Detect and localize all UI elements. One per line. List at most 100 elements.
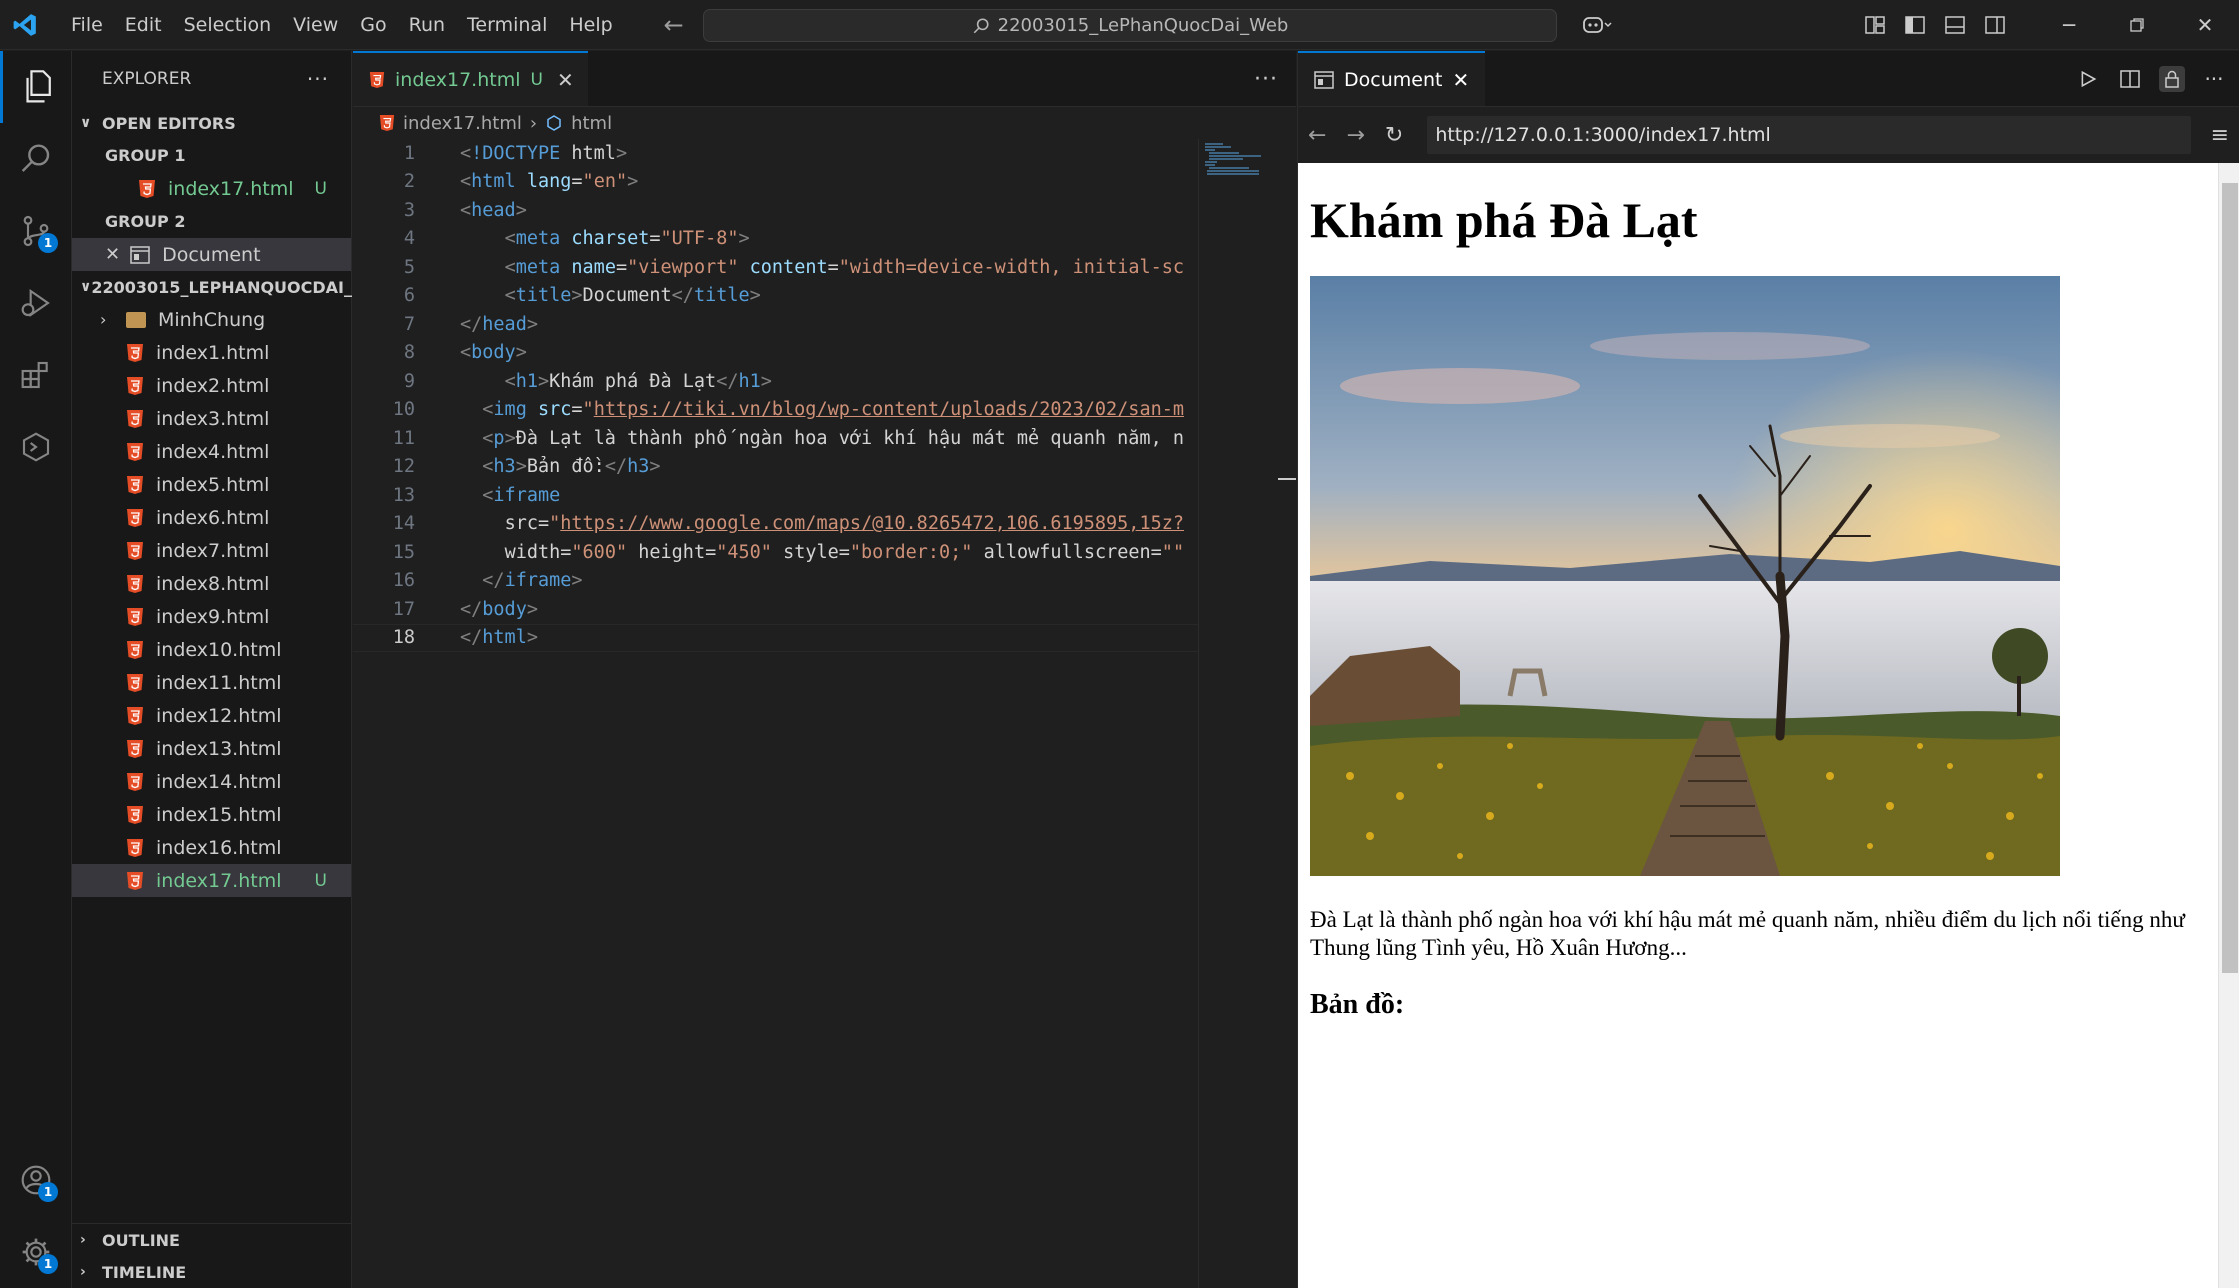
hexagon-icon xyxy=(22,432,50,462)
file-item[interactable]: index9.html xyxy=(72,600,351,633)
code-line[interactable]: 8 <body> xyxy=(353,339,1198,368)
code-line[interactable]: 3 <head> xyxy=(353,196,1198,225)
code-line[interactable]: 12 <h3>Bản đồ:</h3> xyxy=(353,453,1198,482)
file-item[interactable]: index11.html xyxy=(72,666,351,699)
code-line[interactable]: 7 </head> xyxy=(353,310,1198,339)
code-line[interactable]: 13 <iframe xyxy=(353,481,1198,510)
source-control-activity[interactable]: 1 xyxy=(0,195,72,267)
toggle-panel-icon[interactable] xyxy=(1935,0,1975,50)
code-line[interactable]: 5 <meta name="viewport" content="width=d… xyxy=(353,253,1198,282)
breadcrumb-file[interactable]: index17.html xyxy=(403,113,522,134)
file-item[interactable]: index15.html xyxy=(72,798,351,831)
timeline-section[interactable]: › TIMELINE xyxy=(72,1256,352,1288)
outline-section[interactable]: › OUTLINE xyxy=(72,1224,352,1256)
tab-index17[interactable]: index17.html U ✕ xyxy=(353,51,588,106)
url-input[interactable]: http://127.0.0.1:3000/index17.html xyxy=(1427,116,2191,154)
open-editors-section[interactable]: ∨ OPEN EDITORS xyxy=(72,107,351,139)
menu-bar: File Edit Selection View Go Run Terminal… xyxy=(60,0,624,50)
code-line[interactable]: 17 </body> xyxy=(353,595,1198,624)
file-item[interactable]: index6.html xyxy=(72,501,351,534)
breadcrumb-node[interactable]: html xyxy=(571,113,612,134)
back-arrow-icon[interactable]: ← xyxy=(664,11,684,39)
menu-edit[interactable]: Edit xyxy=(114,0,173,50)
code-line[interactable]: 6 <title>Document</title> xyxy=(353,282,1198,311)
file-item-index17[interactable]: index17.html U xyxy=(72,864,351,897)
file-item[interactable]: index16.html xyxy=(72,831,351,864)
split-editor-icon[interactable] xyxy=(2117,66,2143,92)
code-line[interactable]: 11 <p>Đà Lạt là thành phố ngàn hoa với k… xyxy=(353,424,1198,453)
menu-view[interactable]: View xyxy=(282,0,349,50)
code-line[interactable]: 1 <!DOCTYPE html> xyxy=(353,139,1198,168)
page-scrollbar[interactable] xyxy=(2218,163,2239,1288)
lock-icon[interactable] xyxy=(2159,66,2185,92)
file-item[interactable]: index4.html xyxy=(72,435,351,468)
tab-document[interactable]: Document ✕ xyxy=(1298,51,1486,106)
accounts-activity[interactable]: 1 xyxy=(0,1144,72,1216)
toggle-primary-sidebar-icon[interactable] xyxy=(1895,0,1935,50)
code-line[interactable]: 14 src="https://www.google.com/maps/@10.… xyxy=(353,510,1198,539)
more-actions-icon[interactable]: ··· xyxy=(2201,66,2227,92)
customize-layout-icon[interactable] xyxy=(1855,0,1895,50)
menu-terminal[interactable]: Terminal xyxy=(456,0,558,50)
code-line[interactable]: 2 <html lang="en"> xyxy=(353,168,1198,197)
minimize-icon[interactable]: ─ xyxy=(2035,0,2103,50)
browser-viewport[interactable]: Khám phá Đà Lạt Đà Lạt là thành phố ngàn… xyxy=(1298,163,2239,1288)
menu-icon[interactable]: ≡ xyxy=(2211,123,2229,148)
explorer-activity[interactable] xyxy=(0,51,72,123)
code-line[interactable]: 15 width="600" height="450" style="borde… xyxy=(353,538,1198,567)
menu-file[interactable]: File xyxy=(60,0,114,50)
forward-arrow-icon[interactable]: → xyxy=(1346,123,1364,148)
browser-preview-icon xyxy=(130,245,150,264)
menu-help[interactable]: Help xyxy=(558,0,623,50)
file-item[interactable]: index14.html xyxy=(72,765,351,798)
reload-icon[interactable]: ↻ xyxy=(1385,123,1403,148)
open-editor-document[interactable]: ✕ Document xyxy=(72,238,351,271)
code-line[interactable]: 10 <img src="https://tiki.vn/blog/wp-con… xyxy=(353,396,1198,425)
code-line[interactable]: 16 </iframe> xyxy=(353,567,1198,596)
html-file-icon xyxy=(127,673,143,692)
code-line[interactable]: 4 <meta charset="UTF-8"> xyxy=(353,225,1198,254)
close-window-icon[interactable]: ✕ xyxy=(2171,0,2239,50)
folder-minhchung[interactable]: › MinhChung xyxy=(72,303,351,336)
code-area[interactable]: 1 <!DOCTYPE html> 2 <html lang="en"> 3 <head>… xyxy=(353,139,1198,652)
file-item[interactable]: index1.html xyxy=(72,336,351,369)
close-tab-icon[interactable]: ✕ xyxy=(1452,68,1469,92)
workspace-section[interactable]: ∨ 22003015_LEPHANQUOCDAI_... xyxy=(72,271,370,303)
more-actions-icon[interactable]: ··· xyxy=(1254,51,1278,107)
manage-activity[interactable]: 1 xyxy=(0,1216,72,1288)
restore-icon[interactable] xyxy=(2103,0,2171,50)
file-item[interactable]: index5.html xyxy=(72,468,351,501)
file-item[interactable]: index13.html xyxy=(72,732,351,765)
untracked-flag: U xyxy=(530,69,543,90)
extensions-activity[interactable] xyxy=(0,339,72,411)
file-item[interactable]: index12.html xyxy=(72,699,351,732)
more-actions-icon[interactable]: ··· xyxy=(307,67,329,91)
scrollbar-thumb[interactable] xyxy=(2222,183,2238,973)
close-icon[interactable]: ✕ xyxy=(105,244,120,265)
line-text: <html lang="en"> xyxy=(460,171,639,193)
search-activity[interactable] xyxy=(0,123,72,195)
back-arrow-icon[interactable]: ← xyxy=(1308,123,1326,148)
toggle-secondary-sidebar-icon[interactable] xyxy=(1975,0,2015,50)
copilot-icon[interactable] xyxy=(1569,0,1625,50)
open-editor-index17[interactable]: index17.html U xyxy=(72,172,351,205)
run-icon[interactable] xyxy=(2075,66,2101,92)
file-item[interactable]: index3.html xyxy=(72,402,351,435)
file-item[interactable]: index2.html xyxy=(72,369,351,402)
command-center-search[interactable]: 22003015_LePhanQuocDai_Web xyxy=(703,9,1557,42)
menu-run[interactable]: Run xyxy=(398,0,456,50)
menu-go[interactable]: Go xyxy=(349,0,397,50)
code-line[interactable]: 18 </html> xyxy=(353,623,1198,652)
accounts-badge: 1 xyxy=(38,1182,58,1202)
minimap[interactable] xyxy=(1198,139,1296,1288)
browser-toolbar: ← → ↻ http://127.0.0.1:3000/index17.html… xyxy=(1298,107,2239,163)
menu-selection[interactable]: Selection xyxy=(173,0,283,50)
remote-explorer-activity[interactable] xyxy=(0,411,72,483)
close-tab-icon[interactable]: ✕ xyxy=(557,68,574,92)
file-item[interactable]: index7.html xyxy=(72,534,351,567)
file-item[interactable]: index8.html xyxy=(72,567,351,600)
run-debug-activity[interactable] xyxy=(0,267,72,339)
code-line[interactable]: 9 <h1>Khám phá Đà Lạt</h1> xyxy=(353,367,1198,396)
chevron-right-icon: › xyxy=(100,310,107,329)
file-item[interactable]: index10.html xyxy=(72,633,351,666)
